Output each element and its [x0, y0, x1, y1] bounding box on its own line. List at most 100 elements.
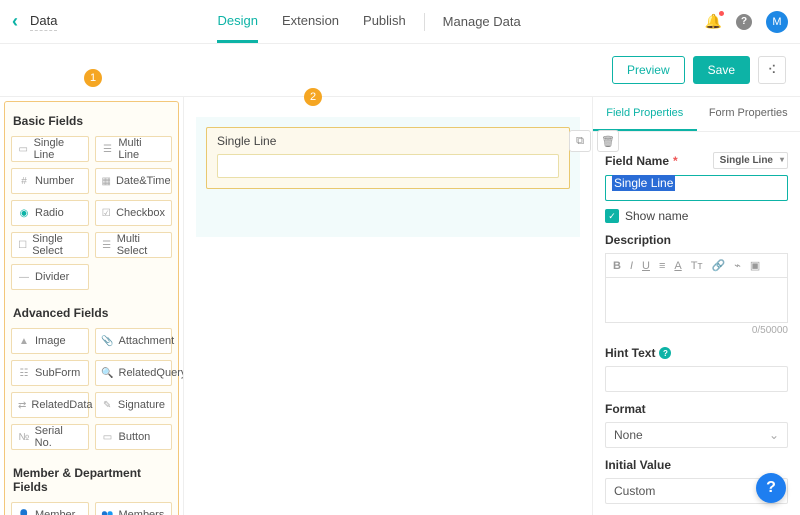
action-bar: Preview Save ⠪ [0, 44, 800, 97]
field-member[interactable]: 👤Member [11, 502, 89, 515]
properties-panel: Field Properties Form Properties Field N… [592, 97, 800, 515]
field-name-label: Field Name * Single Line [605, 152, 788, 169]
field-signature[interactable]: ✎Signature [95, 392, 173, 418]
datetime-icon: ▦ [102, 175, 111, 187]
copy-icon: ⧉ [576, 135, 584, 148]
field-single-select[interactable]: ☐Single Select [11, 232, 89, 258]
insert-image-icon[interactable]: ▣ [750, 259, 760, 272]
field-related-data[interactable]: ⇄RelatedData [11, 392, 89, 418]
multi-select-icon: ☰ [102, 239, 112, 251]
delete-button[interactable]: 🗑 [597, 130, 619, 152]
group-title-advanced: Advanced Fields [11, 300, 172, 328]
field-name-input[interactable]: Single Line [605, 175, 788, 201]
tab-field-properties[interactable]: Field Properties [593, 97, 697, 131]
image-icon: ▲ [18, 335, 30, 347]
bell-icon[interactable]: 🔔 [705, 13, 722, 30]
field-datetime[interactable]: ▦Date&Time [95, 168, 173, 194]
separator [424, 13, 425, 31]
avatar[interactable]: M [766, 11, 788, 33]
italic-icon[interactable]: I [630, 260, 633, 272]
font-size-icon[interactable]: Tᴛ [691, 260, 703, 272]
floating-help-button[interactable]: ? [756, 473, 786, 503]
field-members[interactable]: 👥Members [95, 502, 173, 515]
field-group: Advanced Fields ▲Image 📎Attachment ☷SubF… [11, 300, 172, 450]
fields-panel: Basic Fields ▭Single Line ☰Multi Line #N… [4, 101, 179, 515]
checkbox-icon: ☑ [102, 207, 112, 219]
required-star-icon: * [673, 154, 678, 168]
back-arrow-icon[interactable]: ‹ [12, 11, 18, 32]
field-multi-line[interactable]: ☰Multi Line [95, 136, 173, 162]
field-label: Single Line [217, 134, 559, 148]
main-tabs: Design Extension Publish [217, 1, 405, 43]
field-image[interactable]: ▲Image [11, 328, 89, 354]
show-name-checkbox[interactable]: ✓ [605, 209, 619, 223]
app-header: ‹ Data Design Extension Publish Manage D… [0, 0, 800, 44]
duplicate-button[interactable]: ⧉ [569, 130, 591, 152]
form-canvas[interactable]: Single Line ⧉ 🗑 [184, 97, 592, 515]
breadcrumb[interactable]: Data [30, 13, 57, 31]
font-color-icon[interactable]: A [674, 260, 681, 272]
single-line-icon: ▭ [18, 143, 29, 155]
tab-manage-data[interactable]: Manage Data [443, 2, 521, 41]
field-multi-select[interactable]: ☰Multi Select [95, 232, 173, 258]
single-select-icon: ☐ [18, 239, 27, 251]
field-serial-no[interactable]: №Serial No. [11, 424, 89, 450]
workspace: Basic Fields ▭Single Line ☰Multi Line #N… [0, 97, 800, 515]
tab-form-properties[interactable]: Form Properties [697, 97, 800, 131]
description-input[interactable] [605, 277, 788, 323]
help-icon[interactable]: ? [736, 14, 752, 30]
preview-button[interactable]: Preview [612, 56, 685, 84]
save-button[interactable]: Save [693, 56, 750, 84]
field-divider[interactable]: —Divider [11, 264, 89, 290]
serial-no-icon: № [18, 431, 30, 443]
members-icon: 👥 [102, 509, 114, 515]
char-counter: 0/50000 [605, 325, 788, 336]
tab-design[interactable]: Design [217, 1, 257, 43]
field-button[interactable]: ▭Button [95, 424, 173, 450]
attachment-icon: 📎 [102, 335, 114, 347]
format-select[interactable]: None [605, 422, 788, 448]
underline-icon[interactable]: U [642, 260, 650, 272]
description-label: Description [605, 233, 788, 247]
divider-icon: — [18, 271, 30, 283]
signature-icon: ✎ [102, 399, 113, 411]
field-related-query[interactable]: 🔍RelatedQuery [95, 360, 173, 386]
hint-text-input[interactable] [605, 366, 788, 392]
tab-extension[interactable]: Extension [282, 1, 339, 43]
member-icon: 👤 [18, 509, 30, 515]
show-name-label: Show name [625, 209, 688, 223]
field-group: Member & Department Fields 👤Member 👥Memb… [11, 460, 172, 515]
multi-line-icon: ☰ [102, 143, 114, 155]
format-label: Format [605, 402, 788, 416]
callout-badge-2: 2 [304, 88, 322, 106]
trash-icon: 🗑 [601, 135, 615, 148]
canvas-field-single-line[interactable]: Single Line ⧉ 🗑 [206, 127, 570, 189]
field-subform[interactable]: ☷SubForm [11, 360, 89, 386]
align-icon[interactable]: ≡ [659, 260, 665, 272]
share-button[interactable]: ⠪ [758, 56, 786, 84]
field-attachment[interactable]: 📎Attachment [95, 328, 173, 354]
tab-publish[interactable]: Publish [363, 1, 406, 43]
related-data-icon: ⇄ [18, 399, 26, 411]
field-group: Basic Fields ▭Single Line ☰Multi Line #N… [11, 108, 172, 290]
bold-icon[interactable]: B [613, 260, 621, 272]
subform-icon: ☷ [18, 367, 30, 379]
radio-icon: ◉ [18, 207, 30, 219]
field-number[interactable]: #Number [11, 168, 89, 194]
group-title-member: Member & Department Fields [11, 460, 172, 502]
field-single-line[interactable]: ▭Single Line [11, 136, 89, 162]
field-input-preview [217, 154, 559, 178]
rte-toolbar: B I U ≡ A Tᴛ 🔗 ⌁ ▣ [605, 253, 788, 277]
field-radio[interactable]: ◉Radio [11, 200, 89, 226]
fields-sidebar: Basic Fields ▭Single Line ☰Multi Line #N… [0, 97, 184, 515]
number-icon: # [18, 175, 30, 187]
field-checkbox[interactable]: ☑Checkbox [95, 200, 173, 226]
info-icon[interactable]: ? [659, 347, 671, 359]
link-icon[interactable]: 🔗 [712, 259, 726, 272]
callout-badge-1: 1 [84, 69, 102, 87]
code-icon[interactable]: ⌁ [734, 259, 741, 272]
field-type-select[interactable]: Single Line [713, 152, 788, 169]
hint-text-label: Hint Text ? [605, 346, 788, 360]
button-icon: ▭ [102, 431, 114, 443]
related-query-icon: 🔍 [102, 367, 114, 379]
